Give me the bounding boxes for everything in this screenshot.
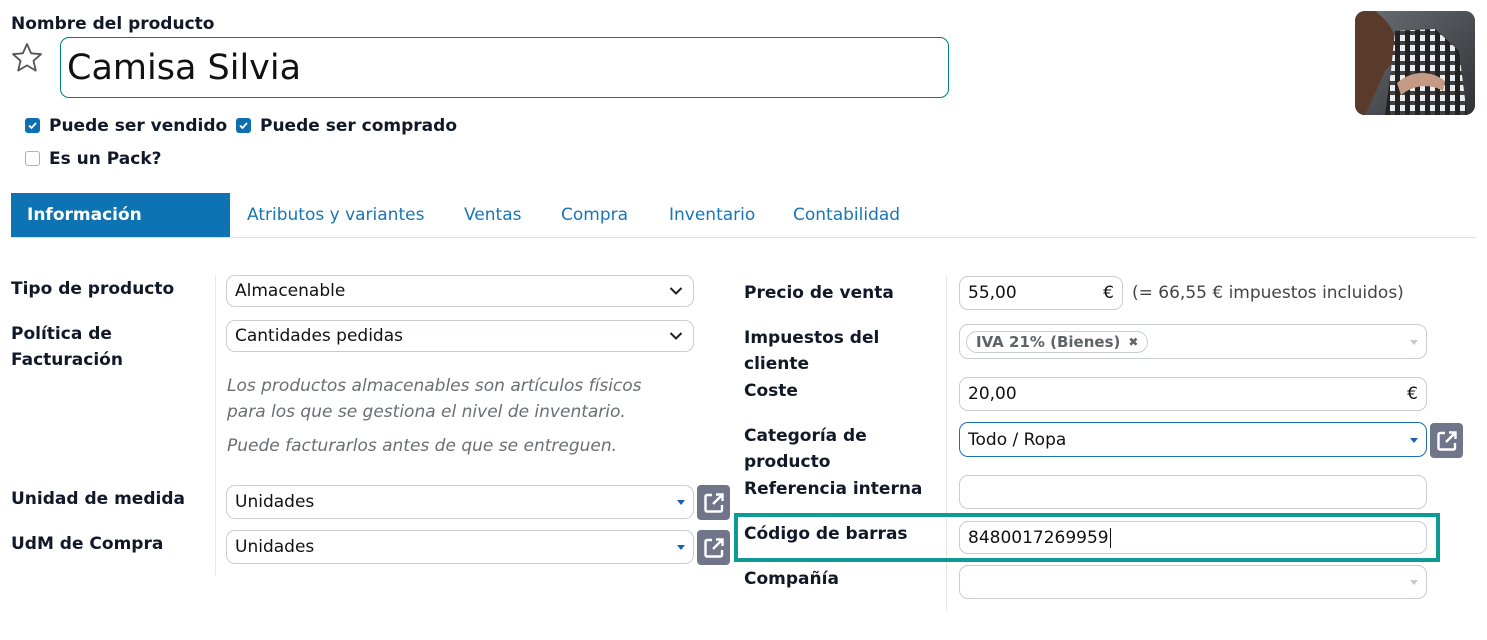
left-column-divider (215, 275, 216, 575)
tax-included-text: (= 66,55 € impuestos incluidos) (1132, 283, 1404, 303)
purchase-uom-value: Unidades (235, 537, 315, 557)
tabs-divider (11, 237, 1476, 238)
uom-value: Unidades (235, 492, 315, 512)
purchase-uom-label: UdM de Compra (11, 534, 164, 554)
tax-tag: IVA 21% (Bienes) ✖ (966, 330, 1149, 353)
is-pack-label: Es un Pack? (49, 149, 162, 169)
tab-inventory[interactable]: Inventario (669, 193, 755, 237)
product-image[interactable] (1355, 11, 1475, 115)
star-icon[interactable] (11, 42, 43, 74)
tab-accounting[interactable]: Contabilidad (793, 193, 900, 237)
internal-ref-input[interactable] (959, 475, 1427, 509)
chevron-down-icon (669, 287, 683, 295)
cost-label: Coste (744, 381, 798, 401)
category-value: Todo / Ropa (968, 429, 1067, 450)
tax-tag-label: IVA 21% (Bienes) (976, 332, 1121, 351)
invoice-policy-help: Puede facturarlos antes de que se entreg… (227, 436, 618, 456)
sale-price-input[interactable]: 55,00 € (959, 276, 1123, 310)
cost-value: 20,00 (968, 384, 1017, 404)
category-label-line1: Categoría de (744, 426, 867, 446)
product-type-select[interactable]: Almacenable (226, 275, 694, 307)
caret-down-icon (1410, 437, 1418, 443)
purchase-uom-external-link-button[interactable] (697, 530, 730, 565)
can-be-purchased-label: Puede ser comprado (260, 116, 458, 136)
cost-currency: € (1407, 384, 1418, 404)
company-label: Compañía (744, 569, 839, 589)
invoice-policy-select[interactable]: Cantidades pedidas (226, 320, 694, 352)
sale-price-label: Precio de venta (744, 283, 894, 303)
product-name-label: Nombre del producto (11, 14, 215, 34)
category-label-line2: producto (744, 452, 831, 472)
purchase-uom-select[interactable]: Unidades (226, 530, 694, 564)
category-select[interactable]: Todo / Ropa (959, 422, 1427, 457)
tab-attributes-variants[interactable]: Atributos y variantes (247, 193, 424, 237)
invoice-policy-label-line2: Facturación (11, 350, 123, 370)
customer-taxes-label-line2: cliente (744, 354, 810, 374)
barcode-value: 8480017269959 (968, 527, 1109, 548)
barcode-input[interactable]: 8480017269959 (959, 521, 1427, 554)
external-link-icon (1436, 430, 1457, 451)
product-type-value: Almacenable (235, 281, 346, 301)
tab-general-info[interactable]: Información General (11, 193, 230, 269)
internal-ref-label: Referencia interna (744, 479, 923, 499)
product-name-value: Camisa Silvia (67, 47, 302, 88)
external-link-icon (703, 492, 724, 513)
caret-down-icon (1410, 580, 1418, 585)
chevron-down-icon (669, 332, 683, 340)
tab-purchase[interactable]: Compra (561, 193, 628, 237)
remove-tag-icon[interactable]: ✖ (1128, 335, 1138, 349)
product-type-label: Tipo de producto (11, 279, 175, 299)
caret-down-icon (1410, 339, 1418, 345)
can-be-sold-label: Puede ser vendido (49, 116, 228, 136)
sale-price-currency: € (1103, 283, 1114, 303)
product-type-help-line1: Los productos almacenables son artículos… (227, 376, 642, 396)
tab-sales[interactable]: Ventas (464, 193, 521, 237)
external-link-icon (703, 537, 724, 558)
company-select[interactable] (959, 565, 1427, 599)
can-be-sold-checkbox[interactable] (25, 118, 40, 133)
is-pack-checkbox[interactable] (25, 151, 40, 166)
can-be-purchased-checkbox[interactable] (236, 118, 251, 133)
uom-label: Unidad de medida (11, 489, 185, 509)
caret-down-icon (677, 500, 685, 505)
invoice-policy-value: Cantidades pedidas (235, 326, 403, 346)
invoice-policy-label-line1: Política de (11, 324, 112, 344)
product-type-help-line2: para los que se gestiona el nivel de inv… (227, 402, 626, 422)
text-cursor (1109, 527, 1111, 548)
barcode-label: Código de barras (744, 524, 908, 544)
customer-taxes-input[interactable]: IVA 21% (Bienes) ✖ (959, 324, 1427, 359)
cost-input[interactable]: 20,00 € (959, 377, 1427, 411)
category-external-link-button[interactable] (1430, 423, 1463, 458)
uom-external-link-button[interactable] (697, 485, 730, 520)
uom-select[interactable]: Unidades (226, 485, 694, 519)
product-name-input[interactable]: Camisa Silvia (60, 37, 949, 98)
customer-taxes-label-line1: Impuestos del (744, 328, 880, 348)
sale-price-value: 55,00 (968, 283, 1017, 303)
caret-down-icon (677, 545, 685, 550)
